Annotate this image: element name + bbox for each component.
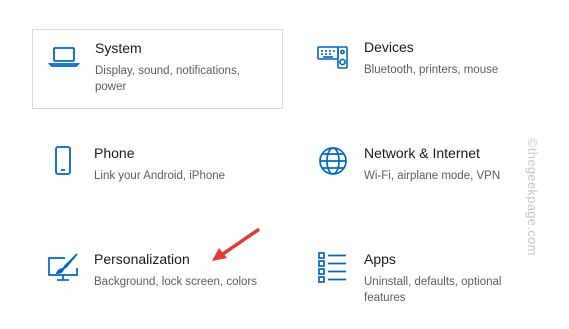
tile-phone[interactable]: Phone Link your Android, iPhone xyxy=(32,135,283,215)
tile-system[interactable]: System Display, sound, notifications, po… xyxy=(32,29,283,109)
apps-list-icon xyxy=(316,250,350,284)
phone-icon xyxy=(46,144,80,178)
keyboard-speaker-icon xyxy=(316,38,350,72)
tile-description: Bluetooth, printers, mouse xyxy=(364,64,499,76)
tile-description: Background, lock screen, colors xyxy=(94,276,257,288)
tile-title: Apps xyxy=(364,251,396,267)
tile-description: Link your Android, iPhone xyxy=(94,170,226,182)
tile-title: Network & Internet xyxy=(364,145,480,161)
globe-icon xyxy=(316,144,350,178)
tile-devices[interactable]: Devices Bluetooth, printers, mouse xyxy=(302,29,553,109)
tile-network-internet[interactable]: Network & Internet Wi-Fi, airplane mode,… xyxy=(302,135,553,215)
watermark: ©thegeekpage.com xyxy=(525,138,540,256)
tile-description: Display, sound, notifications, power xyxy=(95,65,240,93)
tile-title: System xyxy=(95,40,142,56)
laptop-icon xyxy=(47,39,81,73)
tile-apps[interactable]: Apps Uninstall, defaults, optional featu… xyxy=(302,241,553,321)
annotation-arrow xyxy=(212,228,260,261)
tile-title: Personalization xyxy=(94,251,190,267)
paint-brush-monitor-icon xyxy=(46,250,80,284)
tile-title: Phone xyxy=(94,145,135,161)
tile-description: Wi-Fi, airplane mode, VPN xyxy=(364,170,501,182)
tile-description: Uninstall, defaults, optional features xyxy=(364,276,502,304)
tile-title: Devices xyxy=(364,39,414,55)
